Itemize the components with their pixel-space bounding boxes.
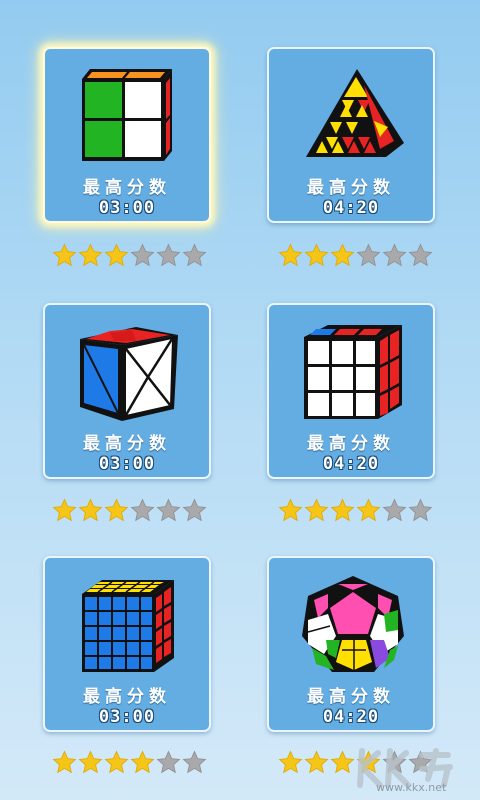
- star-empty-icon: [182, 498, 207, 522]
- star-rating: [278, 243, 433, 268]
- best-score-label: 最高分数: [307, 178, 395, 198]
- best-score-time: 03:00: [98, 707, 156, 727]
- level-card-megaminx[interactable]: 最高分数 04:20: [267, 556, 435, 732]
- best-score-label: 最高分数: [307, 687, 395, 707]
- best-score-time: 03:00: [98, 454, 156, 474]
- star-filled-icon: [330, 498, 355, 522]
- best-score-label: 最高分数: [83, 178, 171, 198]
- star-filled-icon: [104, 750, 129, 774]
- star-rating: [52, 498, 207, 523]
- star-rating: [52, 750, 207, 775]
- star-empty-icon: [356, 243, 381, 267]
- cube-3x3-icon: [304, 325, 402, 419]
- skewb-icon: [80, 327, 178, 421]
- best-score-label: 最高分数: [83, 687, 171, 707]
- star-filled-icon: [278, 750, 303, 774]
- star-empty-icon: [182, 750, 207, 774]
- star-filled-icon: [52, 750, 77, 774]
- star-filled-icon: [104, 243, 129, 267]
- star-filled-icon: [78, 243, 103, 267]
- level-card-skewb[interactable]: 最高分数 03:00: [43, 303, 211, 479]
- megaminx-icon: [302, 576, 404, 672]
- star-filled-icon: [104, 498, 129, 522]
- best-score-label: 最高分数: [307, 434, 395, 454]
- star-empty-icon: [408, 243, 433, 267]
- cube-5x5-icon: [82, 580, 174, 672]
- star-filled-icon: [304, 243, 329, 267]
- star-filled-icon: [130, 750, 155, 774]
- watermark-url: www.kkx.net: [376, 781, 447, 794]
- star-rating: [52, 243, 207, 268]
- best-score-time: 04:20: [322, 198, 380, 218]
- star-filled-icon: [78, 498, 103, 522]
- star-empty-icon: [182, 243, 207, 267]
- star-empty-icon: [130, 498, 155, 522]
- star-filled-icon: [304, 498, 329, 522]
- star-empty-icon: [382, 498, 407, 522]
- best-score-time: 03:00: [98, 198, 156, 218]
- best-score-label: 最高分数: [83, 434, 171, 454]
- star-filled-icon: [278, 243, 303, 267]
- star-filled-icon: [330, 243, 355, 267]
- star-empty-icon: [156, 498, 181, 522]
- star-filled-icon: [52, 498, 77, 522]
- star-empty-icon: [130, 243, 155, 267]
- star-filled-icon: [78, 750, 103, 774]
- star-empty-icon: [382, 243, 407, 267]
- level-card-3x3[interactable]: 最高分数 04:20: [267, 303, 435, 479]
- level-card-pyraminx[interactable]: 最高分数 04:20: [267, 47, 435, 223]
- cube-2x2-icon: [82, 69, 172, 161]
- star-empty-icon: [408, 498, 433, 522]
- level-card-5x5[interactable]: 最高分数 03:00: [43, 556, 211, 732]
- star-rating: [278, 498, 433, 523]
- star-filled-icon: [278, 498, 303, 522]
- star-filled-icon: [356, 498, 381, 522]
- star-empty-icon: [156, 750, 181, 774]
- star-empty-icon: [156, 243, 181, 267]
- level-card-2x2[interactable]: 最高分数 03:00: [43, 47, 211, 223]
- best-score-time: 04:20: [322, 707, 380, 727]
- best-score-time: 04:20: [322, 454, 380, 474]
- star-filled-icon: [304, 750, 329, 774]
- star-filled-icon: [52, 243, 77, 267]
- pyraminx-icon: [306, 69, 404, 157]
